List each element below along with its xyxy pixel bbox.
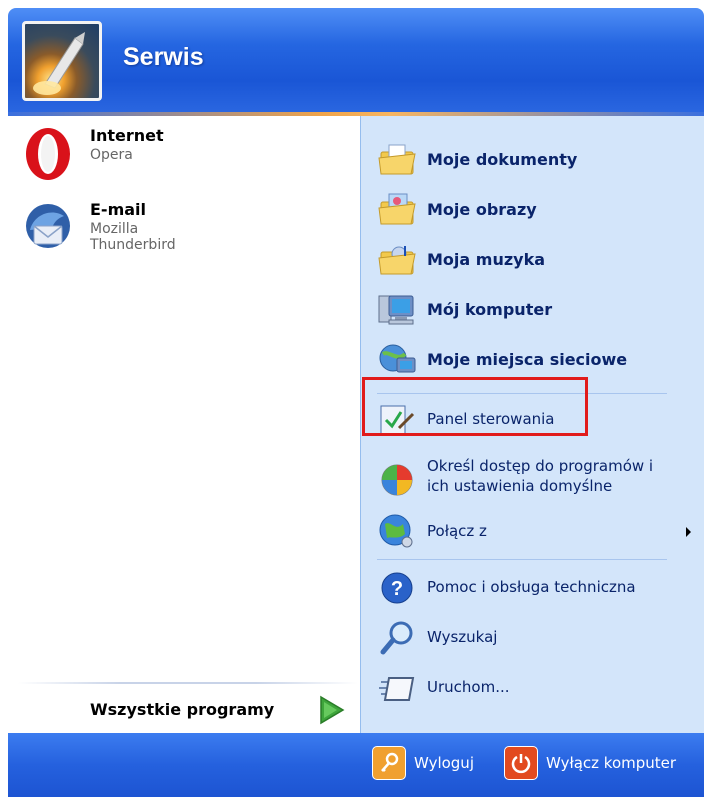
control-panel-icon (380, 405, 415, 435)
shutdown-button[interactable]: Wyłącz komputer (504, 743, 676, 783)
my-computer-label: Mój komputer (427, 300, 553, 319)
start-menu-header: Serwis (8, 8, 704, 112)
pinned-title: Internet (90, 126, 164, 145)
my-documents-label: Moje dokumenty (427, 150, 578, 169)
set-program-access-item[interactable]: Określ dostęp do programów i ich ustawie… (377, 456, 697, 504)
pinned-subtitle: Mozilla Thunderbird (90, 221, 176, 253)
computer-icon (378, 295, 414, 325)
logoff-button[interactable]: Wyloguj (372, 743, 474, 783)
my-documents-item[interactable]: Moje dokumenty (377, 140, 697, 180)
my-pictures-label: Moje obrazy (427, 200, 537, 219)
submenu-arrow-icon (686, 527, 691, 537)
set-program-access-label: Określ dostęp do programów i ich ustawie… (427, 456, 653, 496)
user-avatar[interactable] (22, 21, 102, 101)
all-programs-arrow-icon[interactable] (317, 694, 347, 726)
pinned-subtitle: Opera (90, 147, 133, 163)
left-column: Internet Opera E-mail Mozilla Thunderbir… (8, 116, 360, 733)
right-divider (377, 559, 667, 560)
folder-music-icon (378, 246, 416, 275)
control-panel-label: Panel sterowania (427, 410, 555, 428)
my-music-item[interactable]: Moja muzyka (377, 240, 697, 280)
start-menu: Serwis Internet Opera E-mail Mozilla Thu… (8, 8, 704, 797)
thunderbird-icon (26, 204, 70, 248)
space-shuttle-icon (33, 32, 85, 95)
my-music-label: Moja muzyka (427, 250, 546, 269)
my-pictures-item[interactable]: Moje obrazy (377, 190, 697, 230)
help-support-label: Pomoc i obsługa techniczna (427, 578, 636, 596)
folder-documents-icon (378, 144, 416, 175)
opera-icon (26, 128, 70, 180)
network-places-icon (379, 344, 416, 373)
search-label: Wyszukaj (427, 628, 498, 646)
connect-to-item[interactable]: Połącz z (377, 512, 697, 552)
run-item[interactable]: Uruchom... (377, 668, 697, 708)
svg-text:?: ? (391, 578, 403, 600)
user-name: Serwis (123, 43, 204, 71)
set-program-access-line2: ich ustawienia domyślne (427, 477, 613, 495)
set-program-access-icon (381, 464, 413, 496)
my-network-places-label: Moje miejsca sieciowe (427, 350, 628, 369)
pinned-title: E-mail (90, 200, 147, 219)
connect-to-label: Połącz z (427, 522, 487, 540)
search-item[interactable]: Wyszukaj (377, 618, 697, 658)
set-program-access-line1: Określ dostęp do programów i (427, 457, 654, 475)
shutdown-label: Wyłącz komputer (546, 754, 677, 772)
logoff-label: Wyloguj (414, 754, 474, 772)
run-label: Uruchom... (427, 678, 510, 696)
connect-globe-icon (379, 514, 413, 548)
start-menu-footer: Wyloguj Wyłącz komputer (8, 733, 704, 797)
folder-pictures-icon (378, 193, 416, 225)
pinned-item-internet[interactable]: Internet Opera (24, 126, 164, 182)
run-icon (379, 677, 415, 701)
all-programs-label[interactable]: Wszystkie programy (90, 700, 274, 719)
help-icon: ? (381, 572, 413, 604)
control-panel-item[interactable]: Panel sterowania (377, 400, 697, 440)
search-icon (380, 621, 413, 655)
my-computer-item[interactable]: Mój komputer (377, 290, 697, 330)
my-network-places-item[interactable]: Moje miejsca sieciowe (377, 340, 697, 380)
help-support-item[interactable]: ? Pomoc i obsługa techniczna (377, 568, 697, 608)
power-icon (504, 746, 538, 780)
right-column: Moje dokumenty Moje obrazy Moja muzyka M… (360, 116, 704, 733)
pinned-item-email[interactable]: E-mail Mozilla Thunderbird (24, 200, 176, 256)
logoff-key-icon (372, 746, 406, 780)
right-divider (377, 393, 667, 394)
all-programs-divider (18, 682, 358, 684)
